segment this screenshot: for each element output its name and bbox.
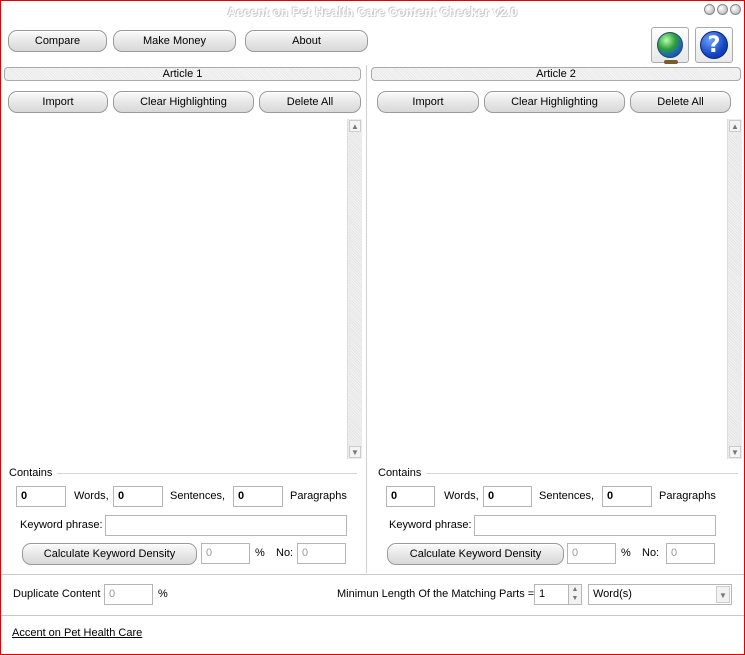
- article1-density-field: 0: [201, 543, 250, 564]
- min-length-spinner[interactable]: ▲ ▼: [568, 584, 582, 605]
- duplicate-content-label: Duplicate Content: [13, 588, 101, 600]
- unit-select[interactable]: Word(s) ▼: [588, 584, 732, 605]
- scroll-up-icon[interactable]: ▲: [349, 120, 361, 132]
- article1-sentences-field: 0: [113, 486, 163, 507]
- scroll-up-icon[interactable]: ▲: [729, 120, 741, 132]
- article1-no-field: 0: [297, 543, 346, 564]
- article1-paragraphs-label: Paragraphs: [290, 490, 347, 502]
- article2-paragraphs-label: Paragraphs: [659, 490, 716, 502]
- article2-keyword-input[interactable]: [474, 515, 716, 536]
- duplicate-content-field: 0: [104, 584, 153, 605]
- scroll-down-icon[interactable]: ▼: [349, 446, 361, 458]
- article1-percent-label: %: [255, 547, 265, 559]
- article1-sentences-label: Sentences,: [170, 490, 226, 502]
- article2-delete-all-button[interactable]: Delete All: [630, 91, 731, 113]
- spinner-up-icon[interactable]: ▲: [569, 585, 581, 594]
- article1-words-label: Words,: [74, 490, 109, 502]
- footer-link[interactable]: Accent on Pet Health Care: [12, 627, 142, 639]
- article2-words-label: Words,: [444, 490, 479, 502]
- bottom-divider-bottom: [1, 615, 744, 616]
- article1-contains-rule: [57, 473, 357, 474]
- article2-keyword-label: Keyword phrase:: [389, 519, 472, 531]
- article2-no-label: No:: [642, 547, 660, 559]
- article2-contains-label: Contains: [378, 467, 422, 479]
- bottom-divider-top: [1, 574, 744, 575]
- chevron-down-icon[interactable]: ▼: [716, 586, 730, 603]
- title-bar: Accent on Pet Health Care Content Checke…: [1, 1, 744, 23]
- article2-import-button[interactable]: Import: [377, 91, 479, 113]
- article1-import-button[interactable]: Import: [8, 91, 108, 113]
- min-length-label: Minimun Length Of the Matching Parts =: [337, 588, 535, 600]
- article2-header: Article 2: [371, 67, 741, 81]
- article1-contains-label: Contains: [9, 467, 53, 479]
- article1-header: Article 1: [4, 67, 361, 81]
- make-money-button[interactable]: Make Money: [113, 30, 236, 52]
- article1-keyword-input[interactable]: [105, 515, 347, 536]
- article1-paragraphs-field: 0: [233, 486, 283, 507]
- help-button[interactable]: ?: [695, 27, 733, 63]
- article1-no-label: No:: [276, 547, 294, 559]
- scroll-down-icon[interactable]: ▼: [729, 446, 741, 458]
- article1-words-field: 0: [16, 486, 66, 507]
- article2-percent-label: %: [621, 547, 631, 559]
- article2-calculate-density-button[interactable]: Calculate Keyword Density: [387, 543, 564, 565]
- article2-contains-rule: [426, 473, 738, 474]
- article1-clear-highlighting-button[interactable]: Clear Highlighting: [113, 91, 254, 113]
- article2-clear-highlighting-button[interactable]: Clear Highlighting: [484, 91, 625, 113]
- article2-sentences-label: Sentences,: [539, 490, 595, 502]
- article2-scrollbar[interactable]: ▲ ▼: [727, 119, 742, 459]
- compare-button[interactable]: Compare: [8, 30, 107, 52]
- article2-words-field: 0: [386, 486, 435, 507]
- article2-sentences-field: 0: [483, 486, 532, 507]
- panel-divider: [366, 65, 367, 573]
- globe-icon: [657, 32, 683, 64]
- unit-select-value: Word(s): [593, 588, 632, 600]
- window-title: Accent on Pet Health Care Content Checke…: [227, 5, 518, 19]
- article1-text-area[interactable]: [5, 119, 347, 459]
- article1-keyword-label: Keyword phrase:: [20, 519, 103, 531]
- close-icon[interactable]: [730, 4, 741, 15]
- article1-calculate-density-button[interactable]: Calculate Keyword Density: [22, 543, 197, 565]
- help-icon: ?: [700, 31, 728, 59]
- min-length-input[interactable]: 1: [534, 584, 569, 605]
- article2-text-area[interactable]: [374, 119, 727, 459]
- spinner-down-icon[interactable]: ▼: [569, 594, 581, 603]
- article1-delete-all-button[interactable]: Delete All: [259, 91, 361, 113]
- article2-no-field: 0: [666, 543, 715, 564]
- about-button[interactable]: About: [245, 30, 368, 52]
- duplicate-percent-label: %: [158, 588, 168, 600]
- minimize-icon[interactable]: [704, 4, 715, 15]
- globe-button[interactable]: [651, 27, 689, 64]
- maximize-icon[interactable]: [717, 4, 728, 15]
- article2-paragraphs-field: 0: [602, 486, 652, 507]
- app-window: Accent on Pet Health Care Content Checke…: [0, 0, 745, 655]
- article2-density-field: 0: [567, 543, 616, 564]
- article1-scrollbar[interactable]: ▲ ▼: [347, 119, 362, 459]
